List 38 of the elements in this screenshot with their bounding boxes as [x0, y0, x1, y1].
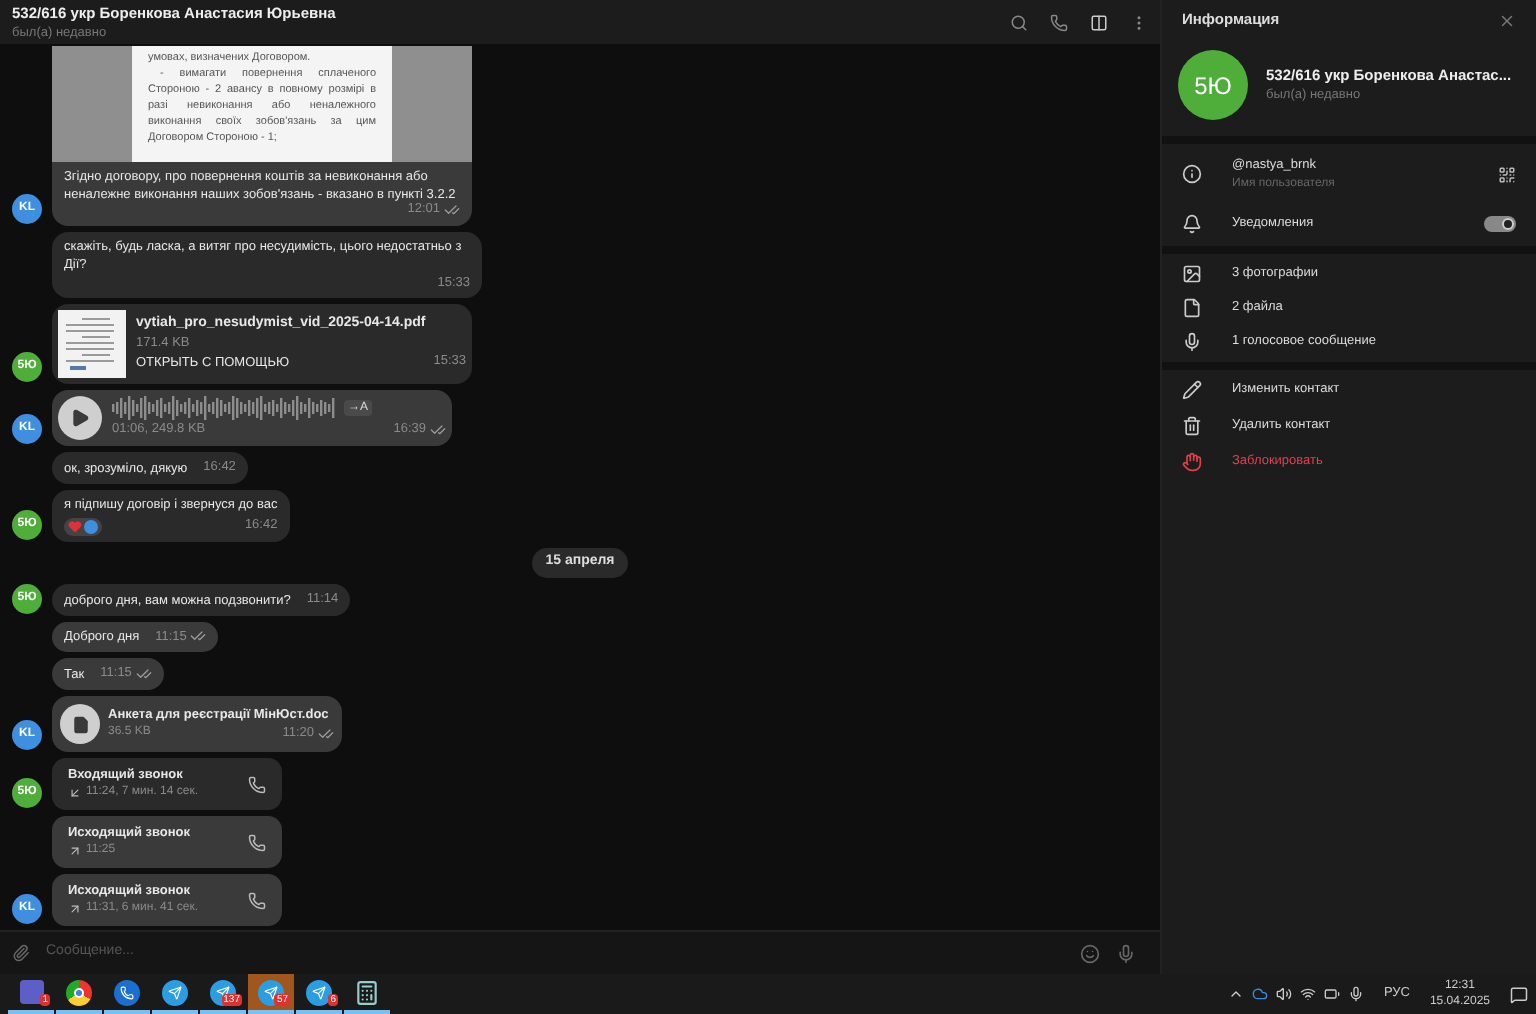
- avatar: 5Ю: [1178, 50, 1248, 120]
- emoji-icon[interactable]: [1080, 943, 1100, 963]
- photo-icon: [1182, 263, 1202, 284]
- hand-icon: [1182, 451, 1202, 472]
- trash-icon: [1182, 415, 1202, 436]
- telegram-icon[interactable]: [162, 979, 188, 1005]
- battery-icon[interactable]: [1323, 986, 1340, 1002]
- tray-chevron-icon[interactable]: [1227, 986, 1244, 1002]
- file-icon: [1182, 297, 1202, 318]
- microphone-icon: [1182, 331, 1202, 352]
- phone-icon[interactable]: [248, 891, 266, 909]
- notifications-icon[interactable]: [1510, 985, 1528, 1003]
- network-icon[interactable]: [1299, 986, 1316, 1002]
- play-icon: [70, 408, 90, 429]
- phone-app-icon[interactable]: [114, 979, 140, 1005]
- close-icon[interactable]: [1498, 11, 1516, 29]
- reaction-chip[interactable]: [64, 518, 102, 536]
- calculator-icon[interactable]: [354, 979, 380, 1005]
- search-icon[interactable]: [1010, 13, 1028, 31]
- side-panel-icon[interactable]: [1090, 13, 1108, 31]
- qr-code-icon[interactable]: [1498, 165, 1516, 184]
- phone-icon[interactable]: [1050, 13, 1068, 31]
- microphone-icon[interactable]: [1347, 986, 1364, 1002]
- notifications-toggle[interactable]: [1484, 215, 1516, 232]
- telegram-icon[interactable]: [306, 979, 332, 1005]
- phone-icon[interactable]: [248, 833, 266, 851]
- cloud-icon[interactable]: [1251, 986, 1268, 1002]
- pdf-thumbnail-icon: [58, 310, 126, 379]
- app-icon[interactable]: [19, 980, 43, 1004]
- speaker-icon[interactable]: [1275, 986, 1292, 1002]
- pencil-icon: [1182, 379, 1202, 400]
- info-icon: [1182, 164, 1202, 185]
- phone-icon[interactable]: [248, 775, 266, 793]
- browser-icon[interactable]: [66, 979, 92, 1005]
- document-icon[interactable]: [60, 704, 100, 744]
- bell-icon: [1182, 213, 1202, 234]
- attach-icon[interactable]: [12, 944, 30, 962]
- play-button[interactable]: [58, 396, 102, 441]
